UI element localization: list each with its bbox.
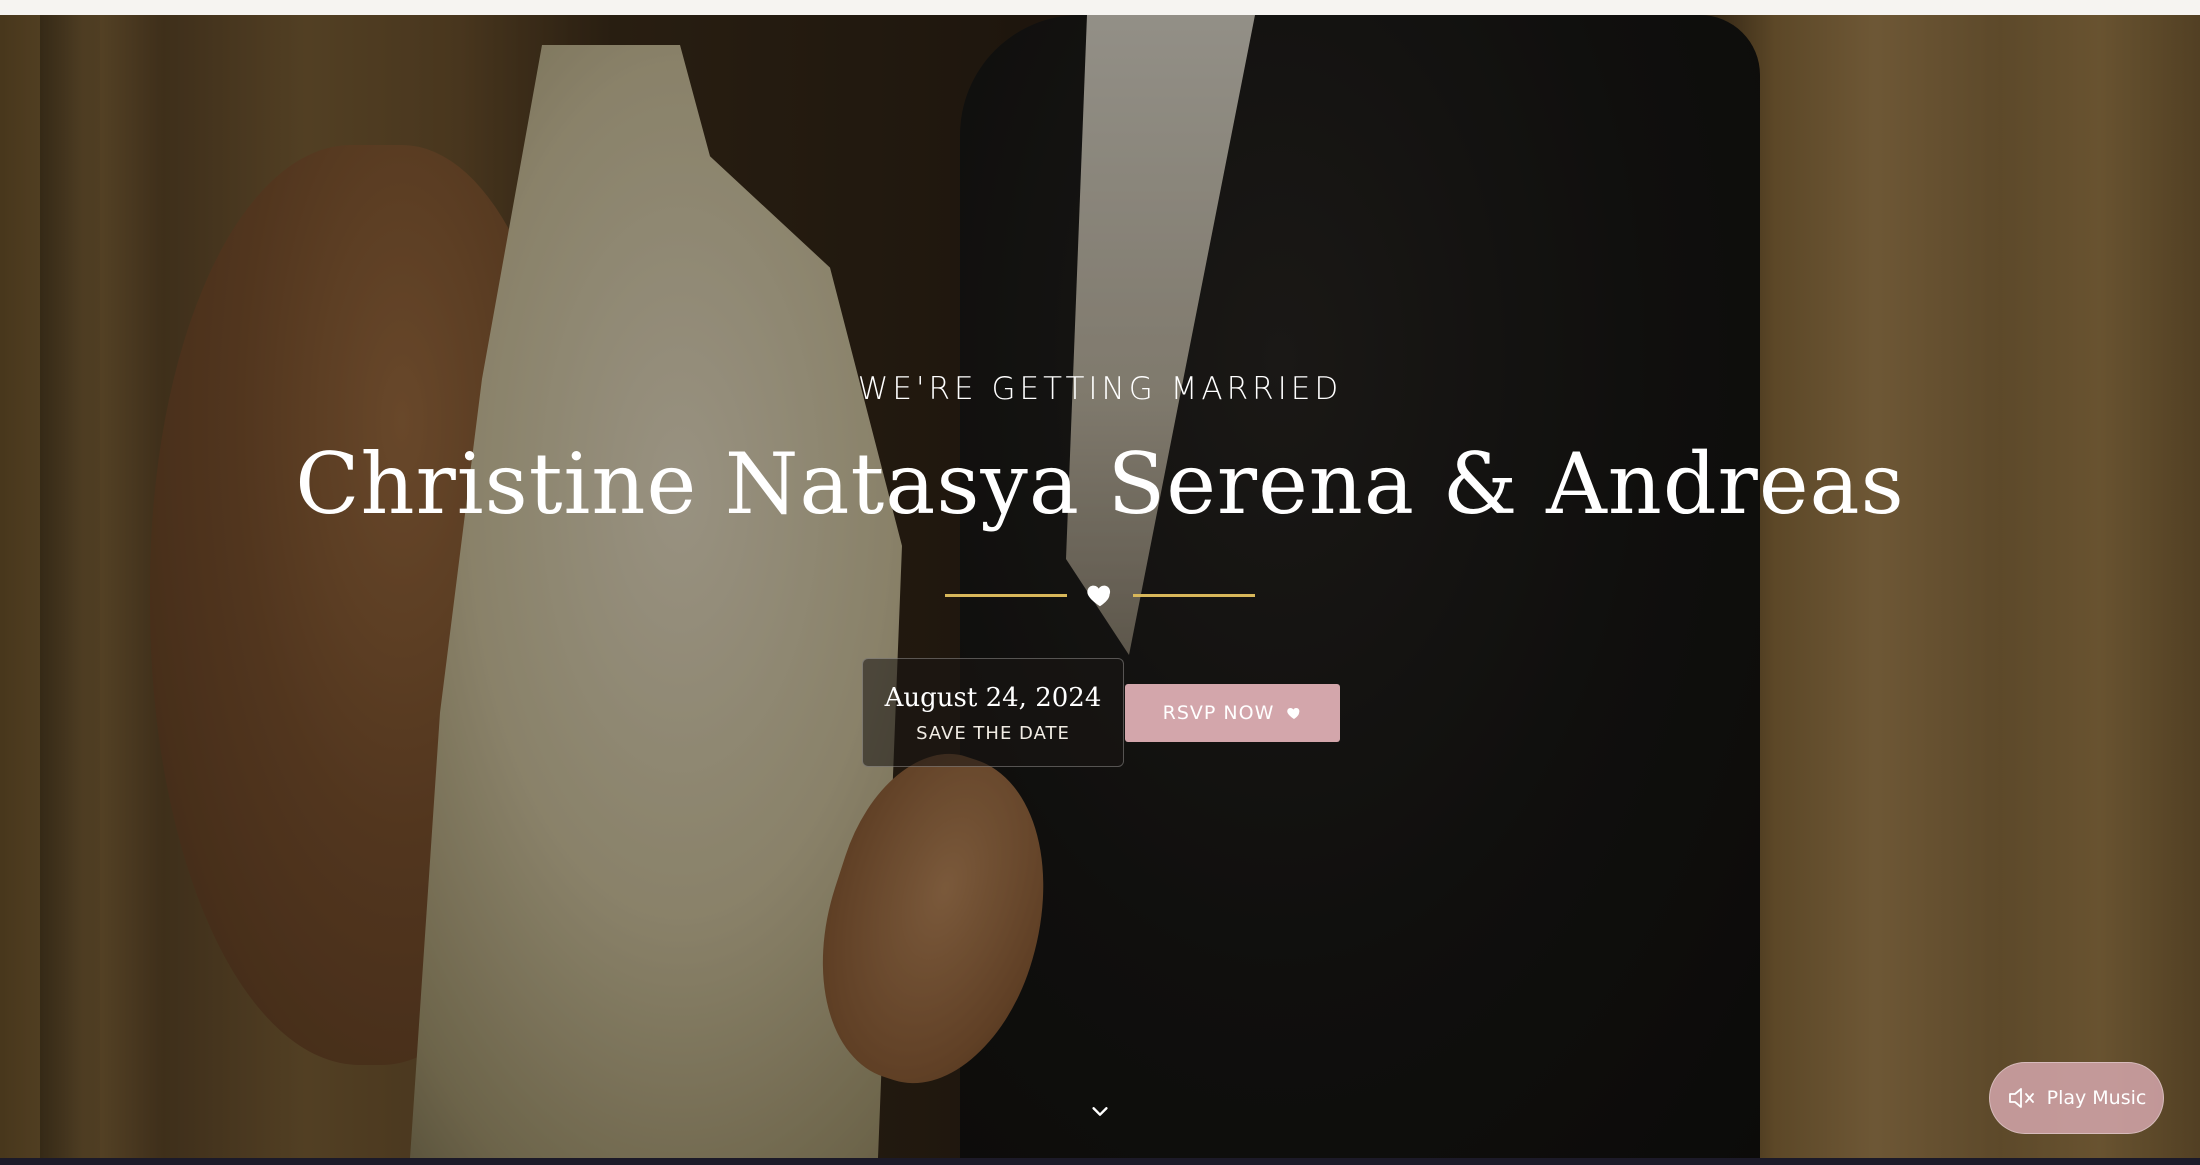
rsvp-button[interactable]: RSVP NOW <box>1125 684 1340 742</box>
top-bar <box>0 0 2200 15</box>
speaker-muted-icon <box>2008 1088 2034 1108</box>
heart-icon <box>1087 585 1111 607</box>
hero-eyebrow: WE'RE GETTING MARRIED <box>857 371 1343 407</box>
rsvp-button-label: RSVP NOW <box>1162 702 1275 724</box>
hero-section: WE'RE GETTING MARRIED Christine Natasya … <box>0 15 2200 1158</box>
ornamental-divider <box>945 580 1255 612</box>
heart-icon <box>1287 708 1300 719</box>
chevron-down-icon[interactable] <box>1089 1100 1111 1122</box>
save-the-date-label: SAVE THE DATE <box>916 723 1070 744</box>
bottom-bar <box>0 1158 2200 1165</box>
play-music-label: Play Music <box>2046 1087 2147 1109</box>
save-the-date-card: August 24, 2024 SAVE THE DATE <box>862 658 1124 767</box>
wedding-date: August 24, 2024 <box>884 683 1102 713</box>
couple-names-title: Christine Natasya Serena & Andreas <box>295 435 1905 533</box>
divider-line-right <box>1133 594 1255 597</box>
divider-line-left <box>945 594 1067 597</box>
play-music-button[interactable]: Play Music <box>1989 1062 2164 1134</box>
